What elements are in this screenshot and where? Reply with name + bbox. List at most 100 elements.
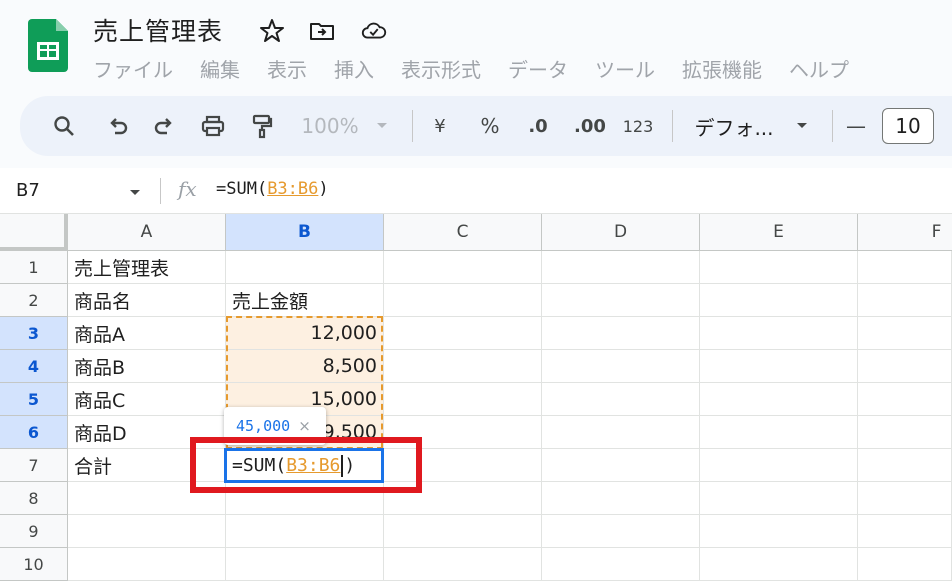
menu-help[interactable]: ヘルプ bbox=[789, 54, 849, 83]
currency-format-button[interactable]: ¥ bbox=[426, 96, 454, 156]
font-dropdown-icon[interactable] bbox=[792, 96, 812, 156]
column-header-c[interactable]: C bbox=[384, 214, 542, 251]
select-all-corner[interactable] bbox=[0, 214, 68, 251]
cell-a1[interactable]: 売上管理表 bbox=[68, 251, 226, 284]
cell-f5[interactable] bbox=[858, 383, 952, 416]
cell-a9[interactable] bbox=[68, 515, 226, 548]
zoom-select[interactable]: 100% bbox=[298, 96, 362, 156]
cell-d5[interactable] bbox=[542, 383, 700, 416]
cell-f4[interactable] bbox=[858, 350, 952, 383]
cell-f10[interactable] bbox=[858, 548, 952, 581]
star-icon[interactable] bbox=[258, 17, 286, 45]
search-icon[interactable] bbox=[50, 96, 78, 156]
menu-tools[interactable]: ツール bbox=[595, 54, 655, 83]
row-header-4[interactable]: 4 bbox=[0, 350, 68, 383]
cell-d3[interactable] bbox=[542, 317, 700, 350]
sheets-logo-icon[interactable] bbox=[28, 19, 68, 72]
cell-f3[interactable] bbox=[858, 317, 952, 350]
column-header-f[interactable]: F bbox=[858, 214, 952, 251]
cell-c9[interactable] bbox=[384, 515, 542, 548]
column-header-b[interactable]: B bbox=[226, 214, 384, 251]
cell-d9[interactable] bbox=[542, 515, 700, 548]
menu-extensions[interactable]: 拡張機能 bbox=[682, 54, 762, 83]
cell-e4[interactable] bbox=[700, 350, 858, 383]
name-box-dropdown-icon[interactable] bbox=[128, 188, 142, 198]
formula-input[interactable]: =SUM(B3:B6) bbox=[216, 179, 329, 199]
row-header-5[interactable]: 5 bbox=[0, 383, 68, 416]
font-family-select[interactable]: デフォ... bbox=[688, 96, 780, 156]
cell-b10[interactable] bbox=[226, 548, 384, 581]
cell-e9[interactable] bbox=[700, 515, 858, 548]
row-header-9[interactable]: 9 bbox=[0, 515, 68, 548]
cell-e6[interactable] bbox=[700, 416, 858, 449]
row-header-1[interactable]: 1 bbox=[0, 251, 68, 284]
menu-file[interactable]: ファイル bbox=[93, 54, 173, 83]
undo-icon[interactable] bbox=[104, 96, 132, 156]
cell-f7[interactable] bbox=[858, 449, 952, 482]
cell-e8[interactable] bbox=[700, 482, 858, 515]
paint-format-icon[interactable] bbox=[248, 96, 276, 156]
move-to-folder-icon[interactable] bbox=[308, 17, 336, 45]
zoom-dropdown-icon[interactable] bbox=[372, 96, 392, 156]
column-header-a[interactable]: A bbox=[68, 214, 226, 251]
cell-d7[interactable] bbox=[542, 449, 700, 482]
row-header-2[interactable]: 2 bbox=[0, 284, 68, 317]
print-icon[interactable] bbox=[198, 96, 228, 156]
cell-c10[interactable] bbox=[384, 548, 542, 581]
row-header-8[interactable]: 8 bbox=[0, 482, 68, 515]
cell-a3[interactable]: 商品A bbox=[68, 317, 226, 350]
cell-a4[interactable]: 商品B bbox=[68, 350, 226, 383]
decrease-decimal-button[interactable]: .0 bbox=[520, 96, 556, 156]
cell-a10[interactable] bbox=[68, 548, 226, 581]
name-box[interactable]: B7 bbox=[16, 180, 40, 201]
cell-a2[interactable]: 商品名 bbox=[68, 284, 226, 317]
menu-format[interactable]: 表示形式 bbox=[401, 54, 481, 83]
redo-icon[interactable] bbox=[150, 96, 178, 156]
cell-a5[interactable]: 商品C bbox=[68, 383, 226, 416]
cell-c5[interactable] bbox=[384, 383, 542, 416]
increase-decimal-button[interactable]: .00 bbox=[570, 96, 610, 156]
cell-c4[interactable] bbox=[384, 350, 542, 383]
row-header-6[interactable]: 6 bbox=[0, 416, 68, 449]
cell-f2[interactable] bbox=[858, 284, 952, 317]
cell-d4[interactable] bbox=[542, 350, 700, 383]
cell-e1[interactable] bbox=[700, 251, 858, 284]
cell-c3[interactable] bbox=[384, 317, 542, 350]
percent-format-button[interactable]: % bbox=[476, 96, 504, 156]
cell-b4[interactable]: 8,500 bbox=[226, 350, 384, 383]
cell-f6[interactable] bbox=[858, 416, 952, 449]
cell-d1[interactable] bbox=[542, 251, 700, 284]
menu-view[interactable]: 表示 bbox=[267, 54, 307, 83]
row-header-7[interactable]: 7 bbox=[0, 449, 68, 482]
cell-b2[interactable]: 売上金額 bbox=[226, 284, 384, 317]
row-header-10[interactable]: 10 bbox=[0, 548, 68, 581]
cell-f8[interactable] bbox=[858, 482, 952, 515]
cell-e10[interactable] bbox=[700, 548, 858, 581]
cell-e3[interactable] bbox=[700, 317, 858, 350]
menu-edit[interactable]: 編集 bbox=[200, 54, 240, 83]
cell-d2[interactable] bbox=[542, 284, 700, 317]
cell-f9[interactable] bbox=[858, 515, 952, 548]
font-size-input[interactable]: 10 bbox=[882, 108, 934, 144]
cell-d6[interactable] bbox=[542, 416, 700, 449]
row-header-3[interactable]: 3 bbox=[0, 317, 68, 350]
cell-b1[interactable] bbox=[226, 251, 384, 284]
cell-b9[interactable] bbox=[226, 515, 384, 548]
tooltip-close-icon[interactable]: × bbox=[298, 417, 311, 435]
cell-c2[interactable] bbox=[384, 284, 542, 317]
menu-insert[interactable]: 挿入 bbox=[334, 54, 374, 83]
cell-d10[interactable] bbox=[542, 548, 700, 581]
document-title[interactable]: 売上管理表 bbox=[93, 12, 223, 48]
cell-e7[interactable] bbox=[700, 449, 858, 482]
more-formats-button[interactable]: 123 bbox=[620, 96, 656, 156]
cell-c1[interactable] bbox=[384, 251, 542, 284]
column-header-e[interactable]: E bbox=[700, 214, 858, 251]
menu-data[interactable]: データ bbox=[508, 54, 568, 83]
cell-e2[interactable] bbox=[700, 284, 858, 317]
cell-d8[interactable] bbox=[542, 482, 700, 515]
cell-b3[interactable]: 12,000 bbox=[226, 317, 384, 350]
column-header-d[interactable]: D bbox=[542, 214, 700, 251]
cell-e5[interactable] bbox=[700, 383, 858, 416]
decrease-font-size-button[interactable]: — bbox=[842, 96, 870, 156]
cloud-status-icon[interactable] bbox=[360, 17, 388, 45]
